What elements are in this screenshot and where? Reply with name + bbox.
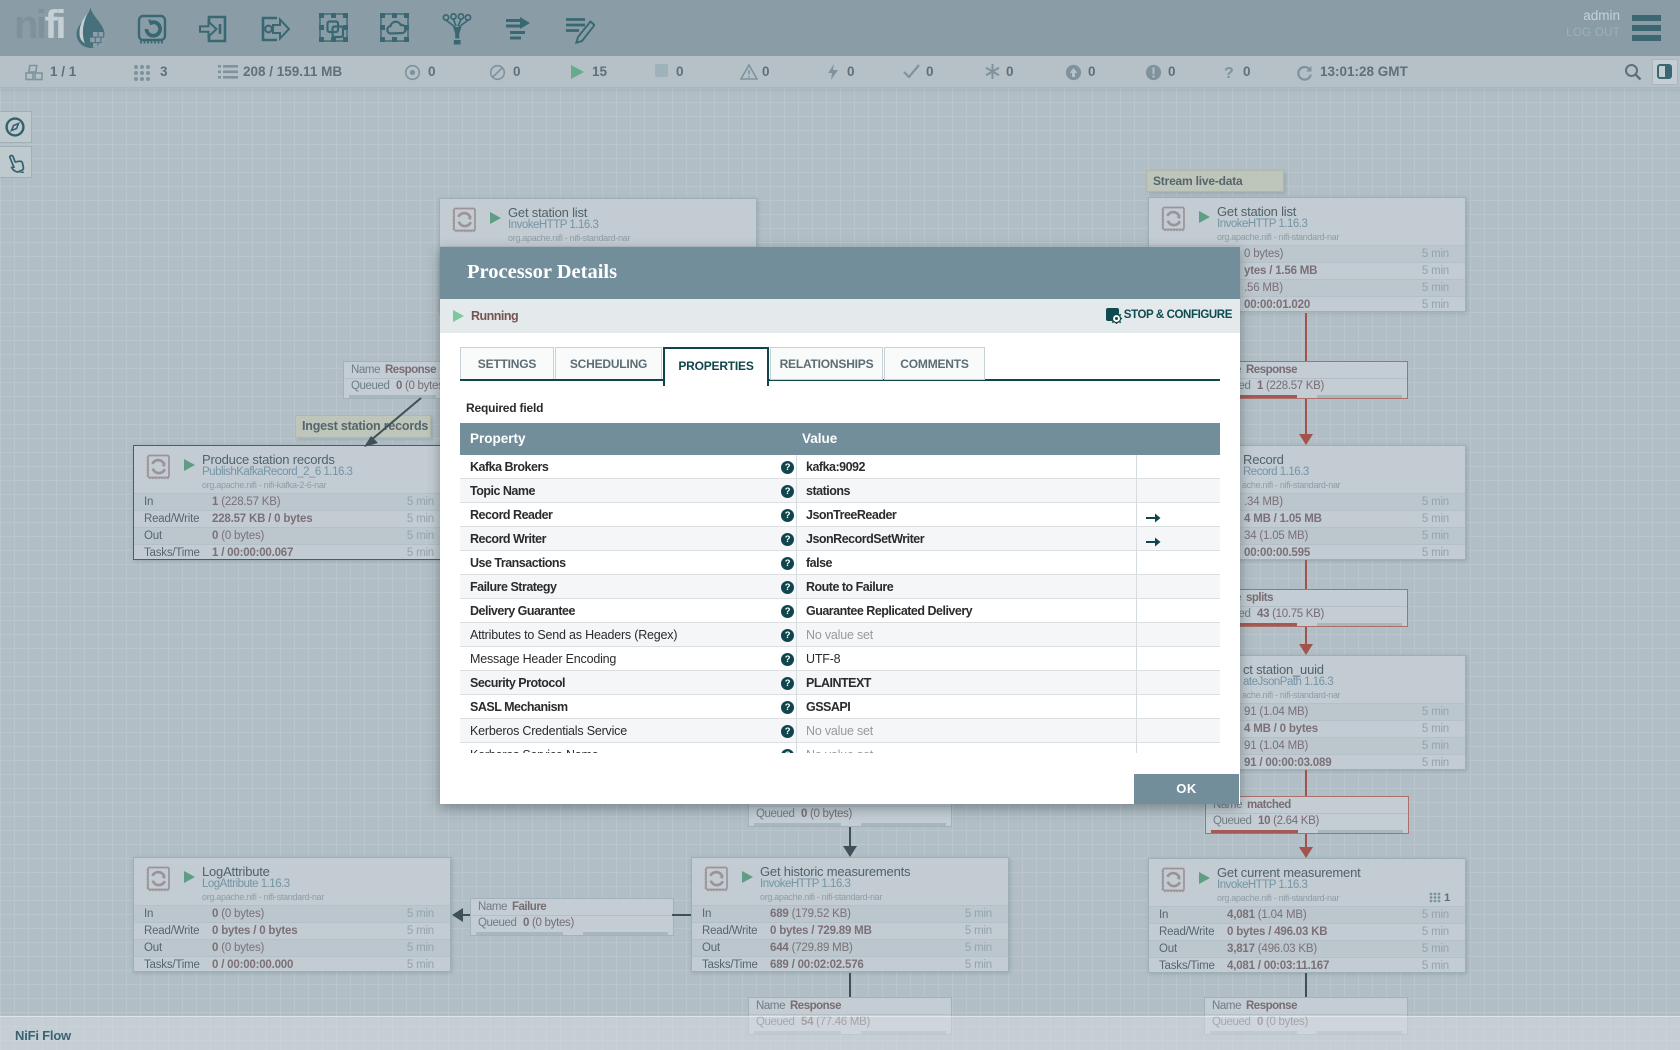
svg-text:?: ? [1224,65,1234,80]
